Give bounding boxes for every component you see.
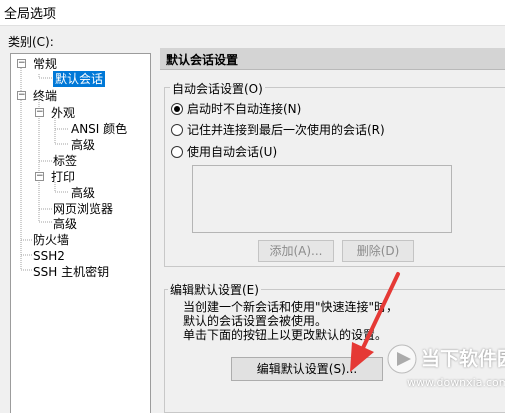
radio-label: 使用自动会话(U) xyxy=(187,145,278,159)
collapse-icon[interactable]: − xyxy=(17,59,26,68)
tree-item-ansi-colors[interactable]: ANSI 颜色 xyxy=(71,121,127,137)
radio-label: 启动时不自动连接(N) xyxy=(187,102,302,116)
tree-item-terminal[interactable]: 终端 xyxy=(33,88,57,104)
tree-item-ssh-host-keys[interactable]: SSH 主机密钥 xyxy=(33,264,109,280)
watermark-brand: 当下软件园 xyxy=(421,348,505,370)
tree-item-appearance-advanced[interactable]: 高级 xyxy=(71,137,95,153)
title-bar: 全局选项 xyxy=(0,0,505,26)
auto-session-list[interactable] xyxy=(192,165,452,233)
watermark-logo-icon xyxy=(387,344,417,374)
radio-label: 记住并连接到最后一次使用的会话(R) xyxy=(187,123,385,137)
window-title: 全局选项 xyxy=(4,7,57,22)
tree-item-terminal-advanced[interactable]: 高级 xyxy=(53,216,77,232)
auto-session-group-label: 自动会话设置(O) xyxy=(170,80,265,97)
watermark-url: www.downxia.com xyxy=(407,376,505,389)
add-button[interactable]: 添加(A)... xyxy=(258,240,334,262)
tree-item-print-advanced[interactable]: 高级 xyxy=(71,185,95,201)
collapse-icon[interactable]: − xyxy=(35,172,44,181)
radio-unchecked-icon xyxy=(171,146,183,158)
watermark: 当下软件园 www.downxia.com xyxy=(385,340,505,413)
tree-item-appearance[interactable]: 外观 xyxy=(51,105,75,121)
radio-checked-icon xyxy=(171,103,183,115)
tree-item-web-browser[interactable]: 网页浏览器 xyxy=(53,201,113,217)
category-label: 类别(C): xyxy=(8,35,54,49)
tree-item-print[interactable]: 打印 xyxy=(51,169,75,185)
tree-item-ssh2[interactable]: SSH2 xyxy=(33,248,65,264)
collapse-icon[interactable]: − xyxy=(35,108,44,117)
tree-item-firewall[interactable]: 防火墙 xyxy=(33,232,69,248)
edit-defaults-group-label: 编辑默认设置(E) xyxy=(168,281,261,298)
tree-item-default-session[interactable]: 默认会话 xyxy=(53,71,106,87)
tree-item-tabs[interactable]: 标签 xyxy=(53,153,77,169)
collapse-icon[interactable]: − xyxy=(17,91,26,100)
tree-item-general[interactable]: 常规 xyxy=(33,56,57,72)
panel-title: 默认会话设置 xyxy=(166,53,239,67)
category-tree[interactable]: − 常规 默认会话 − 终端 − 外观 ANSI 颜色 高级 标签 − 打印 高… xyxy=(10,53,151,413)
radio-unchecked-icon xyxy=(171,124,183,136)
delete-button[interactable]: 删除(D) xyxy=(342,240,414,262)
panel-header: 默认会话设置 xyxy=(160,48,505,70)
